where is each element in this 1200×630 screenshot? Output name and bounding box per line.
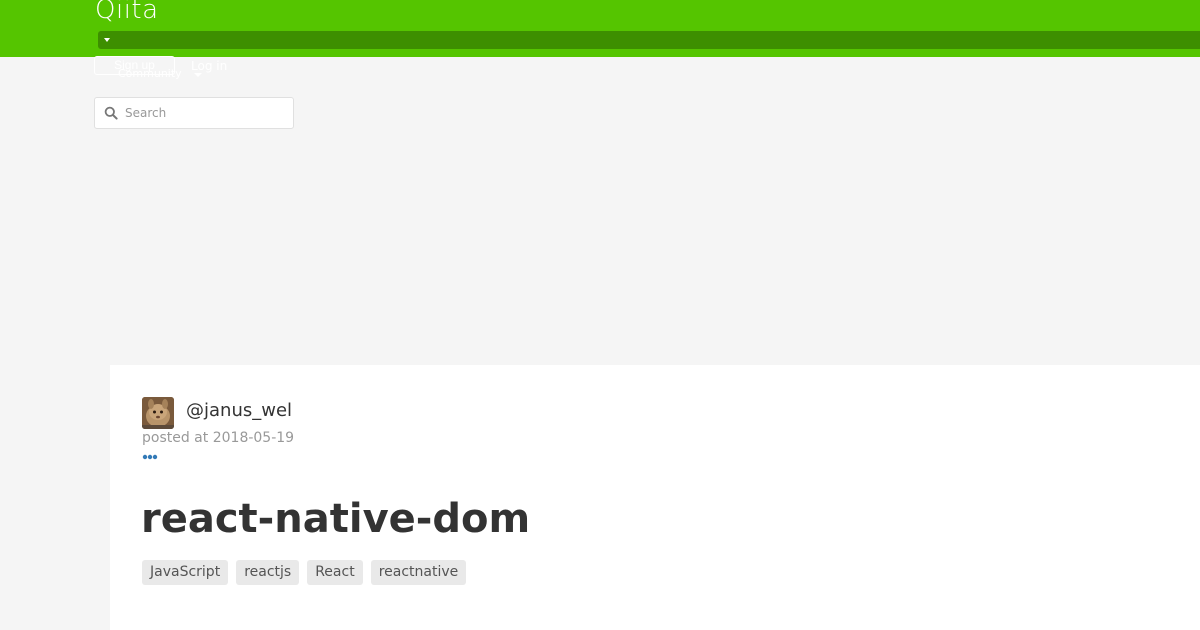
search-icon: [104, 106, 118, 120]
avatar-image: [142, 397, 174, 429]
caret-down-icon: [104, 38, 110, 42]
qiita-logo[interactable]: Qiita: [95, 0, 159, 27]
chevron-down-icon: [194, 73, 202, 77]
search-box: [94, 97, 294, 129]
community-bar[interactable]: [98, 31, 1200, 49]
tag-react[interactable]: React: [307, 560, 363, 585]
article-card: @janus_wel posted at 2018-05-19 react-na…: [110, 365, 1200, 630]
posted-date-value: 2018-05-19: [212, 430, 295, 446]
author-username[interactable]: @janus_wel: [186, 399, 292, 423]
search-input[interactable]: [125, 102, 285, 124]
tag-javascript[interactable]: JavaScript: [142, 560, 229, 585]
avatar[interactable]: [142, 397, 174, 429]
article-title: react-native-dom: [141, 496, 531, 542]
login-link[interactable]: Log in: [191, 58, 227, 74]
ellipsis-icon[interactable]: [142, 454, 158, 460]
tag-reactjs[interactable]: reactjs: [236, 560, 300, 585]
tag-reactnative[interactable]: reactnative: [370, 560, 467, 585]
community-dropdown[interactable]: Community: [118, 67, 182, 81]
posted-prefix: posted at: [142, 430, 209, 446]
global-header: Qiita: [0, 0, 1200, 57]
tag-list: JavaScript reactjs React reactnative: [142, 560, 467, 585]
posted-date: posted at 2018-05-19: [142, 429, 294, 447]
